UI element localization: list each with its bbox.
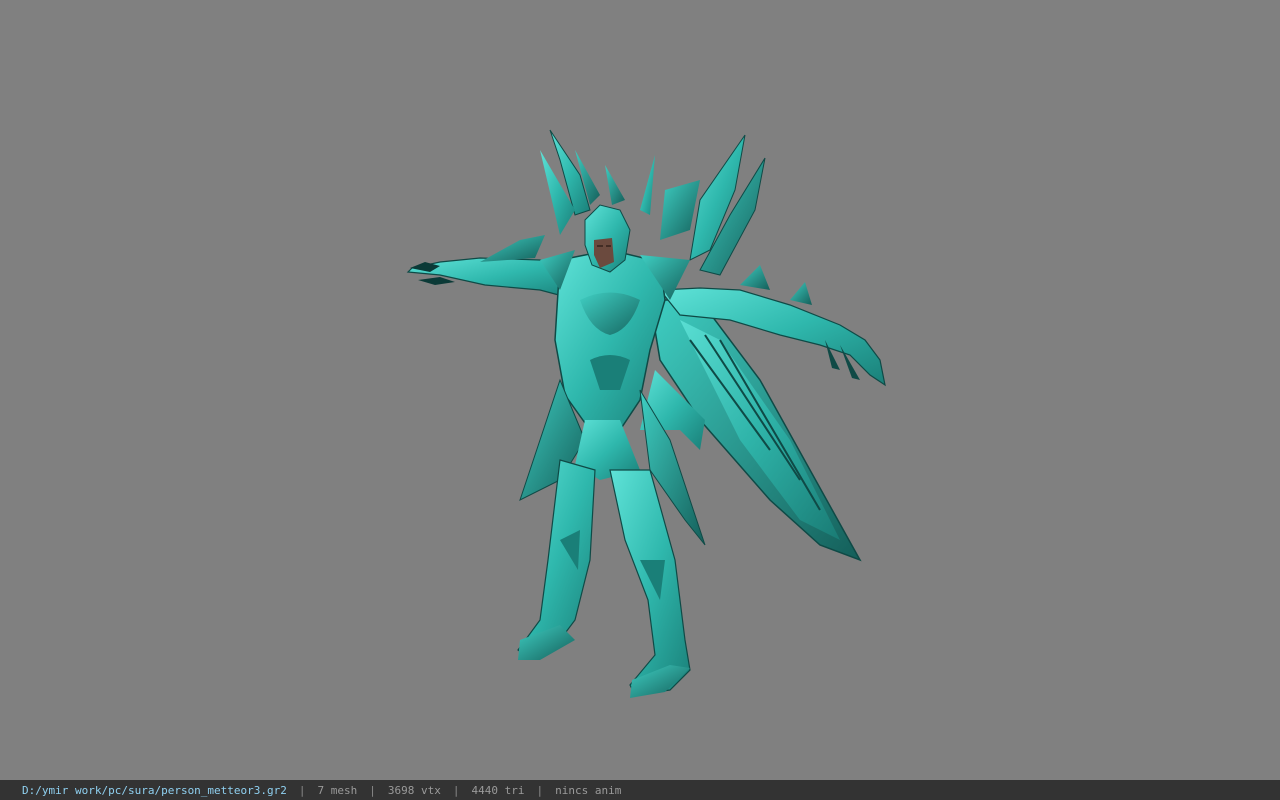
status-separator: | [369,783,376,797]
helmet-head [584,204,631,273]
mesh-count-label: 7 mesh [317,783,358,797]
character-model [406,129,886,698]
animation-status-label: nincs anim [555,783,622,797]
status-separator: | [536,783,544,797]
status-bar: D:/ymir work/pc/sura/person_metteor3.gr2… [0,780,1280,800]
file-path-label: D:/ymir work/pc/sura/person_metteor3.gr2 [22,783,287,797]
triangle-count-label: 4440 tri [471,783,525,797]
vertex-count-label: 3698 vtx [387,783,441,797]
status-separator: | [298,783,306,797]
model-viewport[interactable] [0,0,1280,780]
status-separator: | [452,783,460,797]
legs [517,459,691,698]
